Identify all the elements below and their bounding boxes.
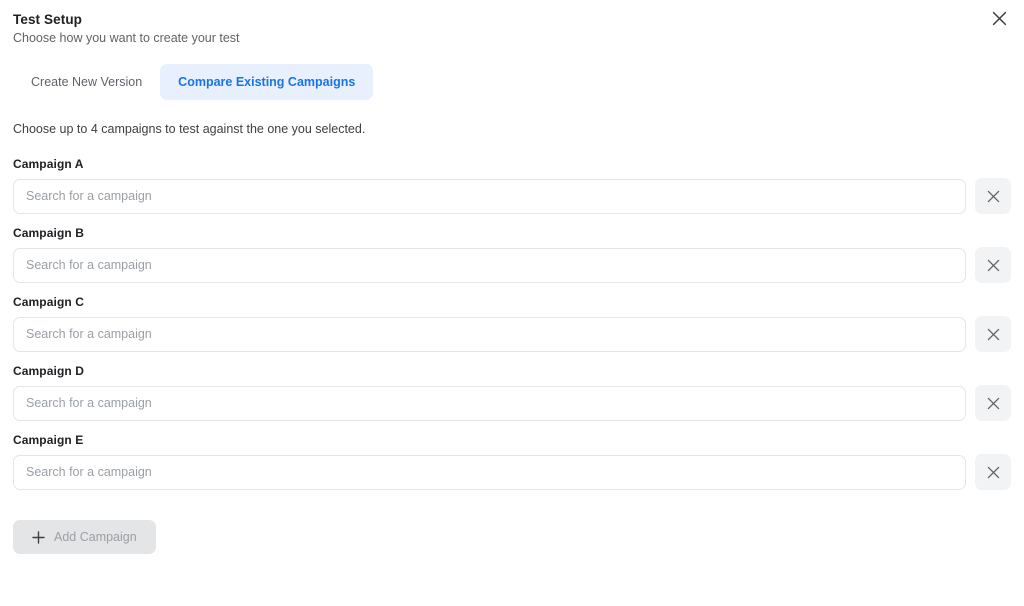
campaign-controls-a (0, 178, 1024, 214)
campaign-label-e: Campaign E (13, 433, 84, 447)
close-icon (987, 259, 1000, 272)
campaign-search-input-e[interactable] (13, 454, 966, 490)
test-setup-panel: Test Setup Choose how you want to create… (0, 0, 1024, 606)
add-campaign-label: Add Campaign (54, 530, 137, 544)
close-icon (992, 11, 1007, 26)
campaign-controls-b (0, 247, 1024, 283)
campaign-row-b: Campaign B (0, 225, 1024, 283)
close-button[interactable] (988, 7, 1010, 29)
campaign-controls-c (0, 316, 1024, 352)
remove-campaign-button-d[interactable] (975, 385, 1011, 421)
remove-campaign-button-b[interactable] (975, 247, 1011, 283)
campaign-row-c: Campaign C (0, 294, 1024, 352)
campaign-rows: Campaign A Campaign B (0, 156, 1024, 490)
campaign-label-d: Campaign D (13, 364, 85, 378)
remove-campaign-button-a[interactable] (975, 178, 1011, 214)
campaign-label-c: Campaign C (13, 295, 85, 309)
close-icon (987, 466, 1000, 479)
close-icon (987, 328, 1000, 341)
campaign-controls-d (0, 385, 1024, 421)
plus-icon (32, 530, 45, 544)
campaign-row-e: Campaign E (0, 432, 1024, 490)
campaign-row-a: Campaign A (0, 156, 1024, 214)
page-title: Test Setup (13, 12, 83, 27)
campaign-controls-e (0, 454, 1024, 490)
campaign-search-input-a[interactable] (13, 178, 966, 214)
tab-create-new-version[interactable]: Create New Version (13, 64, 160, 100)
tab-compare-existing-campaigns[interactable]: Compare Existing Campaigns (160, 64, 374, 100)
page-subtitle: Choose how you want to create your test (13, 31, 240, 45)
panel-header: Test Setup Choose how you want to create… (0, 0, 1024, 47)
remove-campaign-button-e[interactable] (975, 454, 1011, 490)
tab-bar: Create New Version Compare Existing Camp… (13, 64, 1024, 100)
campaign-label-a: Campaign A (13, 157, 84, 171)
campaign-search-input-b[interactable] (13, 247, 966, 283)
campaign-row-d: Campaign D (0, 363, 1024, 421)
campaign-search-input-c[interactable] (13, 316, 966, 352)
close-icon (987, 190, 1000, 203)
campaign-label-b: Campaign B (13, 226, 85, 240)
instruction-text: Choose up to 4 campaigns to test against… (13, 122, 366, 136)
remove-campaign-button-c[interactable] (975, 316, 1011, 352)
campaign-search-input-d[interactable] (13, 385, 966, 421)
close-icon (987, 397, 1000, 410)
add-campaign-button[interactable]: Add Campaign (13, 520, 156, 554)
